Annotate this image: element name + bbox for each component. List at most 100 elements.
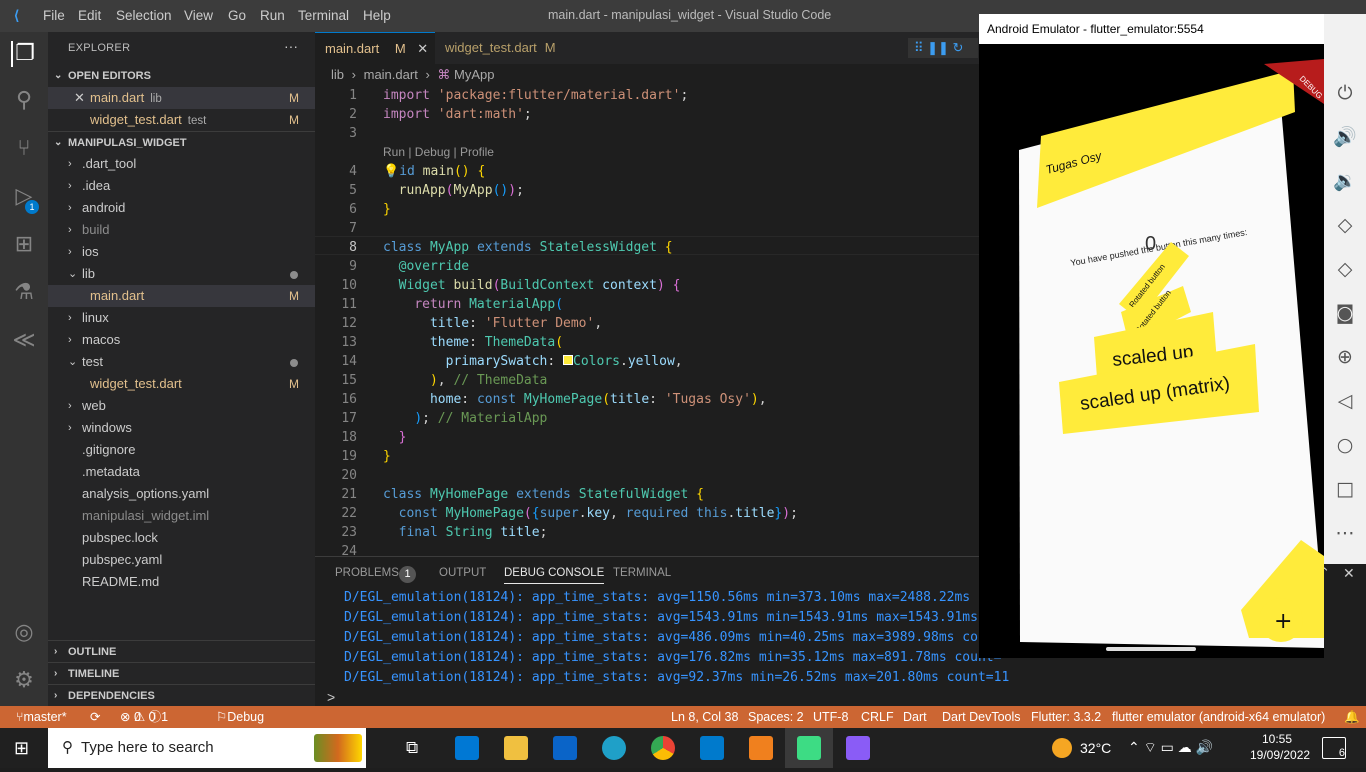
close-icon[interactable]: ✕ bbox=[74, 87, 85, 109]
tab-widget-test[interactable]: widget_test.dart M bbox=[435, 32, 565, 64]
tab-main-dart[interactable]: main.dart M ✕ bbox=[315, 32, 435, 64]
weather-sun-icon[interactable] bbox=[1052, 738, 1072, 758]
tree-file[interactable]: main.dart M bbox=[48, 285, 315, 307]
open-editor-widget-test[interactable]: widget_test.dart test M bbox=[48, 109, 315, 131]
rotate-right-icon[interactable]: ◇ bbox=[1332, 256, 1358, 282]
extensions-icon[interactable]: ⊞ bbox=[11, 232, 37, 258]
edge-icon[interactable] bbox=[602, 736, 626, 760]
task-view-icon[interactable]: ⧉ bbox=[406, 738, 418, 758]
weather-temp[interactable]: 32°C bbox=[1080, 740, 1111, 756]
account-icon[interactable]: ◎ bbox=[11, 620, 37, 646]
debug-toolbar[interactable]: ⠿ ❚❚ ↻ bbox=[908, 38, 978, 58]
eol-status[interactable]: CRLF bbox=[861, 706, 894, 728]
devtools-status[interactable]: Dart DevTools bbox=[942, 706, 1021, 728]
menu-file[interactable]: File bbox=[43, 8, 65, 23]
taskbar-search[interactable]: ⚲ Type here to search bbox=[48, 728, 366, 768]
source-control-icon[interactable]: ⑂ bbox=[11, 136, 37, 162]
tree-file[interactable]: pubspec.yaml bbox=[48, 549, 315, 571]
zoom-icon[interactable]: ⊕ bbox=[1332, 344, 1358, 370]
close-panel-icon[interactable]: ✕ bbox=[1343, 565, 1355, 582]
tab-close-icon[interactable]: ✕ bbox=[417, 41, 428, 56]
language-status[interactable]: Dart bbox=[903, 706, 927, 728]
tree-folder[interactable]: › web bbox=[48, 395, 315, 417]
settings-gear-icon[interactable]: ⚙ bbox=[11, 668, 37, 694]
code-editor[interactable]: 1 2 3 4 5 6 7 8 9 10 11 12 13 14 15 16 17 18 19 20 21 22 23 24 … bbox=[315, 86, 980, 559]
tree-folder[interactable]: › android bbox=[48, 197, 315, 219]
outline-header[interactable]: › OUTLINE bbox=[48, 640, 315, 662]
encoding-status[interactable]: UTF-8 bbox=[813, 706, 848, 728]
tree-folder[interactable]: › .dart_tool bbox=[48, 153, 315, 175]
mail-icon[interactable] bbox=[553, 736, 577, 760]
back-icon[interactable]: ◁ bbox=[1332, 388, 1358, 414]
tab-output[interactable]: OUTPUT bbox=[439, 567, 486, 579]
power-icon[interactable]: ⏻ bbox=[1332, 80, 1358, 106]
home-icon[interactable]: ○ bbox=[1332, 432, 1358, 458]
tab-debug-console[interactable]: DEBUG CONSOLE bbox=[504, 567, 605, 584]
indent-status[interactable]: Spaces: 2 bbox=[748, 706, 804, 728]
menu-terminal[interactable]: Terminal bbox=[298, 8, 349, 23]
menu-edit[interactable]: Edit bbox=[78, 8, 101, 23]
explorer-icon[interactable]: ❐ bbox=[11, 41, 37, 67]
tree-folder[interactable]: › windows bbox=[48, 417, 315, 439]
tree-folder[interactable]: › linux bbox=[48, 307, 315, 329]
tree-file[interactable]: widget_test.dart M bbox=[48, 373, 315, 395]
clock-date[interactable]: 19/09/2022 bbox=[1250, 748, 1310, 762]
tree-file[interactable]: .gitignore bbox=[48, 439, 315, 461]
tree-folder[interactable]: › .idea bbox=[48, 175, 315, 197]
android-studio-emulator-icon[interactable] bbox=[797, 736, 821, 760]
tab-problems[interactable]: PROBLEMS bbox=[335, 567, 399, 579]
overview-icon[interactable]: □ bbox=[1332, 476, 1358, 502]
tree-file[interactable]: manipulasi_widget.iml bbox=[48, 505, 315, 527]
app-icon[interactable] bbox=[846, 736, 870, 760]
notifications-bell-icon[interactable]: 🔔 bbox=[1344, 706, 1360, 728]
tray-icons[interactable]: ⌃ ⌔ ▭ ☁ 🔊 bbox=[1128, 739, 1213, 757]
tree-file[interactable]: README.md bbox=[48, 571, 315, 593]
tree-folder[interactable]: › ios bbox=[48, 241, 315, 263]
xampp-icon[interactable] bbox=[749, 736, 773, 760]
timeline-header[interactable]: › TIMELINE bbox=[48, 662, 315, 684]
cursor-position[interactable]: Ln 8, Col 38 bbox=[671, 706, 738, 728]
more-icon[interactable]: ⋯ bbox=[1332, 520, 1358, 546]
open-editor-main-dart[interactable]: ✕ main.dart lib M bbox=[48, 87, 315, 109]
tree-folder[interactable]: ⌄ test bbox=[48, 351, 315, 373]
tab-terminal[interactable]: TERMINAL bbox=[613, 567, 671, 579]
tree-file[interactable]: pubspec.lock bbox=[48, 527, 315, 549]
menu-view[interactable]: View bbox=[184, 8, 213, 23]
search-icon[interactable]: ⚲ bbox=[11, 88, 37, 114]
tree-file[interactable]: analysis_options.yaml bbox=[48, 483, 315, 505]
tree-file[interactable]: .metadata bbox=[48, 461, 315, 483]
tree-folder[interactable]: ⌄ lib bbox=[48, 263, 315, 285]
device-status[interactable]: flutter emulator (android-x64 emulator) bbox=[1112, 706, 1325, 728]
chrome-icon[interactable] bbox=[651, 736, 675, 760]
console-prompt[interactable]: > bbox=[327, 689, 335, 705]
menu-help[interactable]: Help bbox=[363, 8, 391, 23]
volume-down-icon[interactable]: 🔉 bbox=[1332, 168, 1358, 194]
emulator-screen[interactable]: DEBUG Tugas Osy You have pushed the butt… bbox=[979, 44, 1324, 658]
rotate-left-icon[interactable]: ◇ bbox=[1332, 212, 1358, 238]
menu-go[interactable]: Go bbox=[228, 8, 246, 23]
vscode-logo-icon[interactable]: ⟨ bbox=[14, 8, 19, 24]
notification-center-icon[interactable]: 6 bbox=[1322, 737, 1346, 759]
tree-folder[interactable]: › build bbox=[48, 219, 315, 241]
windows-start-icon[interactable]: ⊞ bbox=[14, 738, 29, 759]
camera-icon[interactable]: ◙ bbox=[1332, 300, 1358, 326]
codelens-run-debug[interactable]: Run | Debug | Profile bbox=[383, 145, 494, 159]
dependencies-header[interactable]: › DEPENDENCIES bbox=[48, 684, 315, 706]
problems-status[interactable]: ⊗ 0 ⚠ 0 ⓘ 1 bbox=[120, 706, 168, 728]
debug-status[interactable]: ⚐ Debug my code bbox=[216, 706, 264, 768]
breadcrumb-lib[interactable]: lib bbox=[331, 67, 344, 82]
tree-folder[interactable]: › macos bbox=[48, 329, 315, 351]
store-icon[interactable] bbox=[455, 736, 479, 760]
sync-icon[interactable]: ⟳ bbox=[90, 706, 100, 728]
flutter-icon[interactable]: ≪ bbox=[11, 328, 37, 354]
branch-status[interactable]: ⑂ master* bbox=[16, 706, 67, 728]
clock-time[interactable]: 10:55 bbox=[1262, 732, 1292, 746]
breadcrumb-file[interactable]: main.dart bbox=[364, 67, 418, 82]
menu-selection[interactable]: Selection bbox=[116, 8, 172, 23]
flutter-version-status[interactable]: Flutter: 3.3.2 bbox=[1031, 706, 1101, 728]
testing-icon[interactable]: ⚗ bbox=[11, 280, 37, 306]
breadcrumb-class[interactable]: MyApp bbox=[454, 67, 494, 82]
project-header[interactable]: ⌄ MANIPULASI_WIDGET bbox=[48, 131, 315, 153]
more-actions-icon[interactable]: ··· bbox=[284, 38, 298, 54]
menu-run[interactable]: Run bbox=[260, 8, 285, 23]
